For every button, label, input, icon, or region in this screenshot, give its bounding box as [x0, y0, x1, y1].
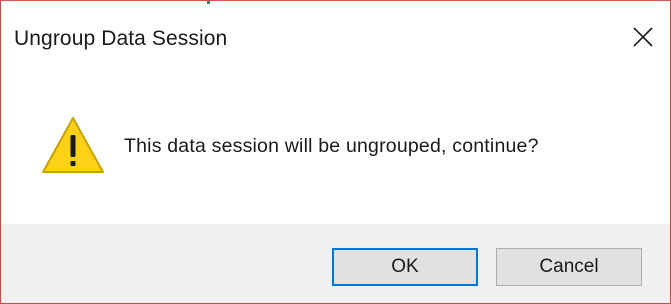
dialog-content: This data session will be ungrouped, con…	[1, 77, 670, 224]
ungroup-dialog: Ungroup Data Session This data session w…	[0, 0, 671, 304]
dialog-title: Ungroup Data Session	[14, 27, 228, 50]
close-icon	[633, 27, 653, 47]
close-button[interactable]	[626, 21, 660, 55]
warning-icon	[42, 117, 104, 173]
dialog-titlebar[interactable]: Ungroup Data Session	[1, 1, 670, 77]
dialog-footer: OK Cancel	[1, 224, 670, 303]
dialog-message: This data session will be ungrouped, con…	[124, 135, 539, 157]
ok-button[interactable]: OK	[332, 248, 478, 286]
cancel-button[interactable]: Cancel	[496, 248, 642, 286]
